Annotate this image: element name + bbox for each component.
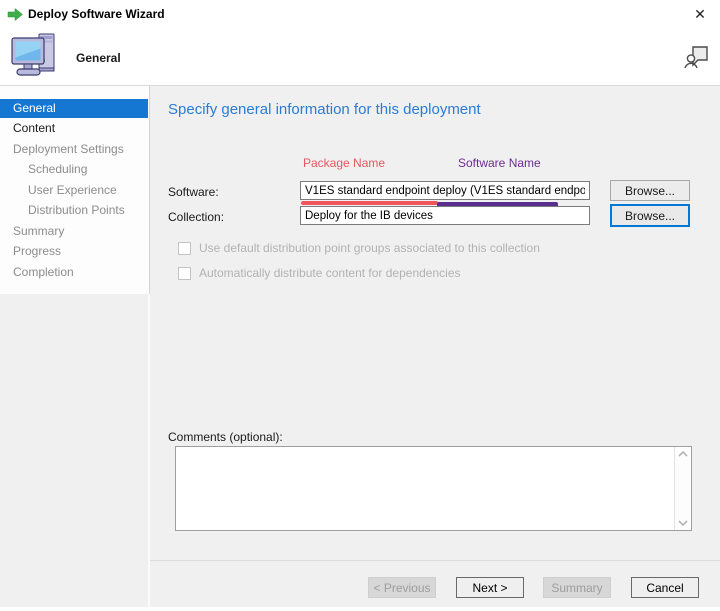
software-browse-button[interactable]: Browse...	[610, 180, 690, 201]
deploy-software-wizard-window: Deploy Software Wizard ✕ General	[0, 0, 720, 611]
window-bottom-edge	[0, 607, 720, 611]
scroll-up-icon[interactable]	[678, 451, 688, 457]
nav-item-user-experience: User Experience	[0, 181, 148, 200]
computer-icon	[11, 31, 61, 79]
default-dp-groups-label: Use default distribution point groups as…	[199, 241, 540, 255]
deploy-arrow-icon	[7, 8, 23, 21]
summary-button[interactable]: Summary	[543, 577, 611, 598]
wizard-banner: General	[0, 28, 720, 86]
software-input[interactable]	[300, 181, 590, 200]
scroll-down-icon[interactable]	[678, 520, 688, 526]
nav-item-deployment-settings: Deployment Settings	[0, 140, 148, 159]
nav-item-content[interactable]: Content	[0, 119, 148, 138]
collection-browse-button[interactable]: Browse...	[610, 204, 690, 227]
comments-scrollbar[interactable]	[674, 447, 691, 530]
page-title: General	[76, 51, 121, 65]
package-name-underline	[301, 201, 438, 205]
cancel-button[interactable]: Cancel	[631, 577, 699, 598]
footer-separator	[150, 560, 720, 561]
collection-label: Collection:	[168, 210, 224, 224]
nav-item-general[interactable]: General	[0, 99, 148, 118]
nav-item-distribution-points: Distribution Points	[0, 201, 148, 220]
page-heading: Specify general information for this dep…	[168, 101, 481, 118]
comments-textarea[interactable]	[176, 447, 674, 530]
comments-label: Comments (optional):	[168, 430, 283, 444]
nav-divider	[149, 86, 150, 294]
nav-item-scheduling: Scheduling	[0, 160, 148, 179]
collection-input[interactable]	[300, 206, 590, 225]
software-label: Software:	[168, 185, 219, 199]
previous-button[interactable]: < Previous	[368, 577, 436, 598]
nav-item-completion: Completion	[0, 263, 148, 282]
next-button[interactable]: Next >	[456, 577, 524, 598]
package-name-annotation: Package Name	[303, 156, 385, 170]
comments-field-frame	[175, 446, 692, 531]
auto-distribute-label: Automatically distribute content for dep…	[199, 266, 461, 280]
feedback-person-icon[interactable]	[684, 44, 710, 70]
auto-distribute-checkbox-row: Automatically distribute content for dep…	[178, 266, 461, 280]
title-bar: Deploy Software Wizard ✕	[0, 0, 720, 28]
nav-item-progress: Progress	[0, 242, 148, 261]
nav-item-summary: Summary	[0, 222, 148, 241]
auto-distribute-checkbox[interactable]	[178, 267, 191, 280]
close-icon[interactable]: ✕	[692, 6, 708, 22]
window-title: Deploy Software Wizard	[28, 7, 165, 21]
default-dp-groups-checkbox-row: Use default distribution point groups as…	[178, 241, 540, 255]
default-dp-groups-checkbox[interactable]	[178, 242, 191, 255]
software-name-annotation: Software Name	[458, 156, 541, 170]
